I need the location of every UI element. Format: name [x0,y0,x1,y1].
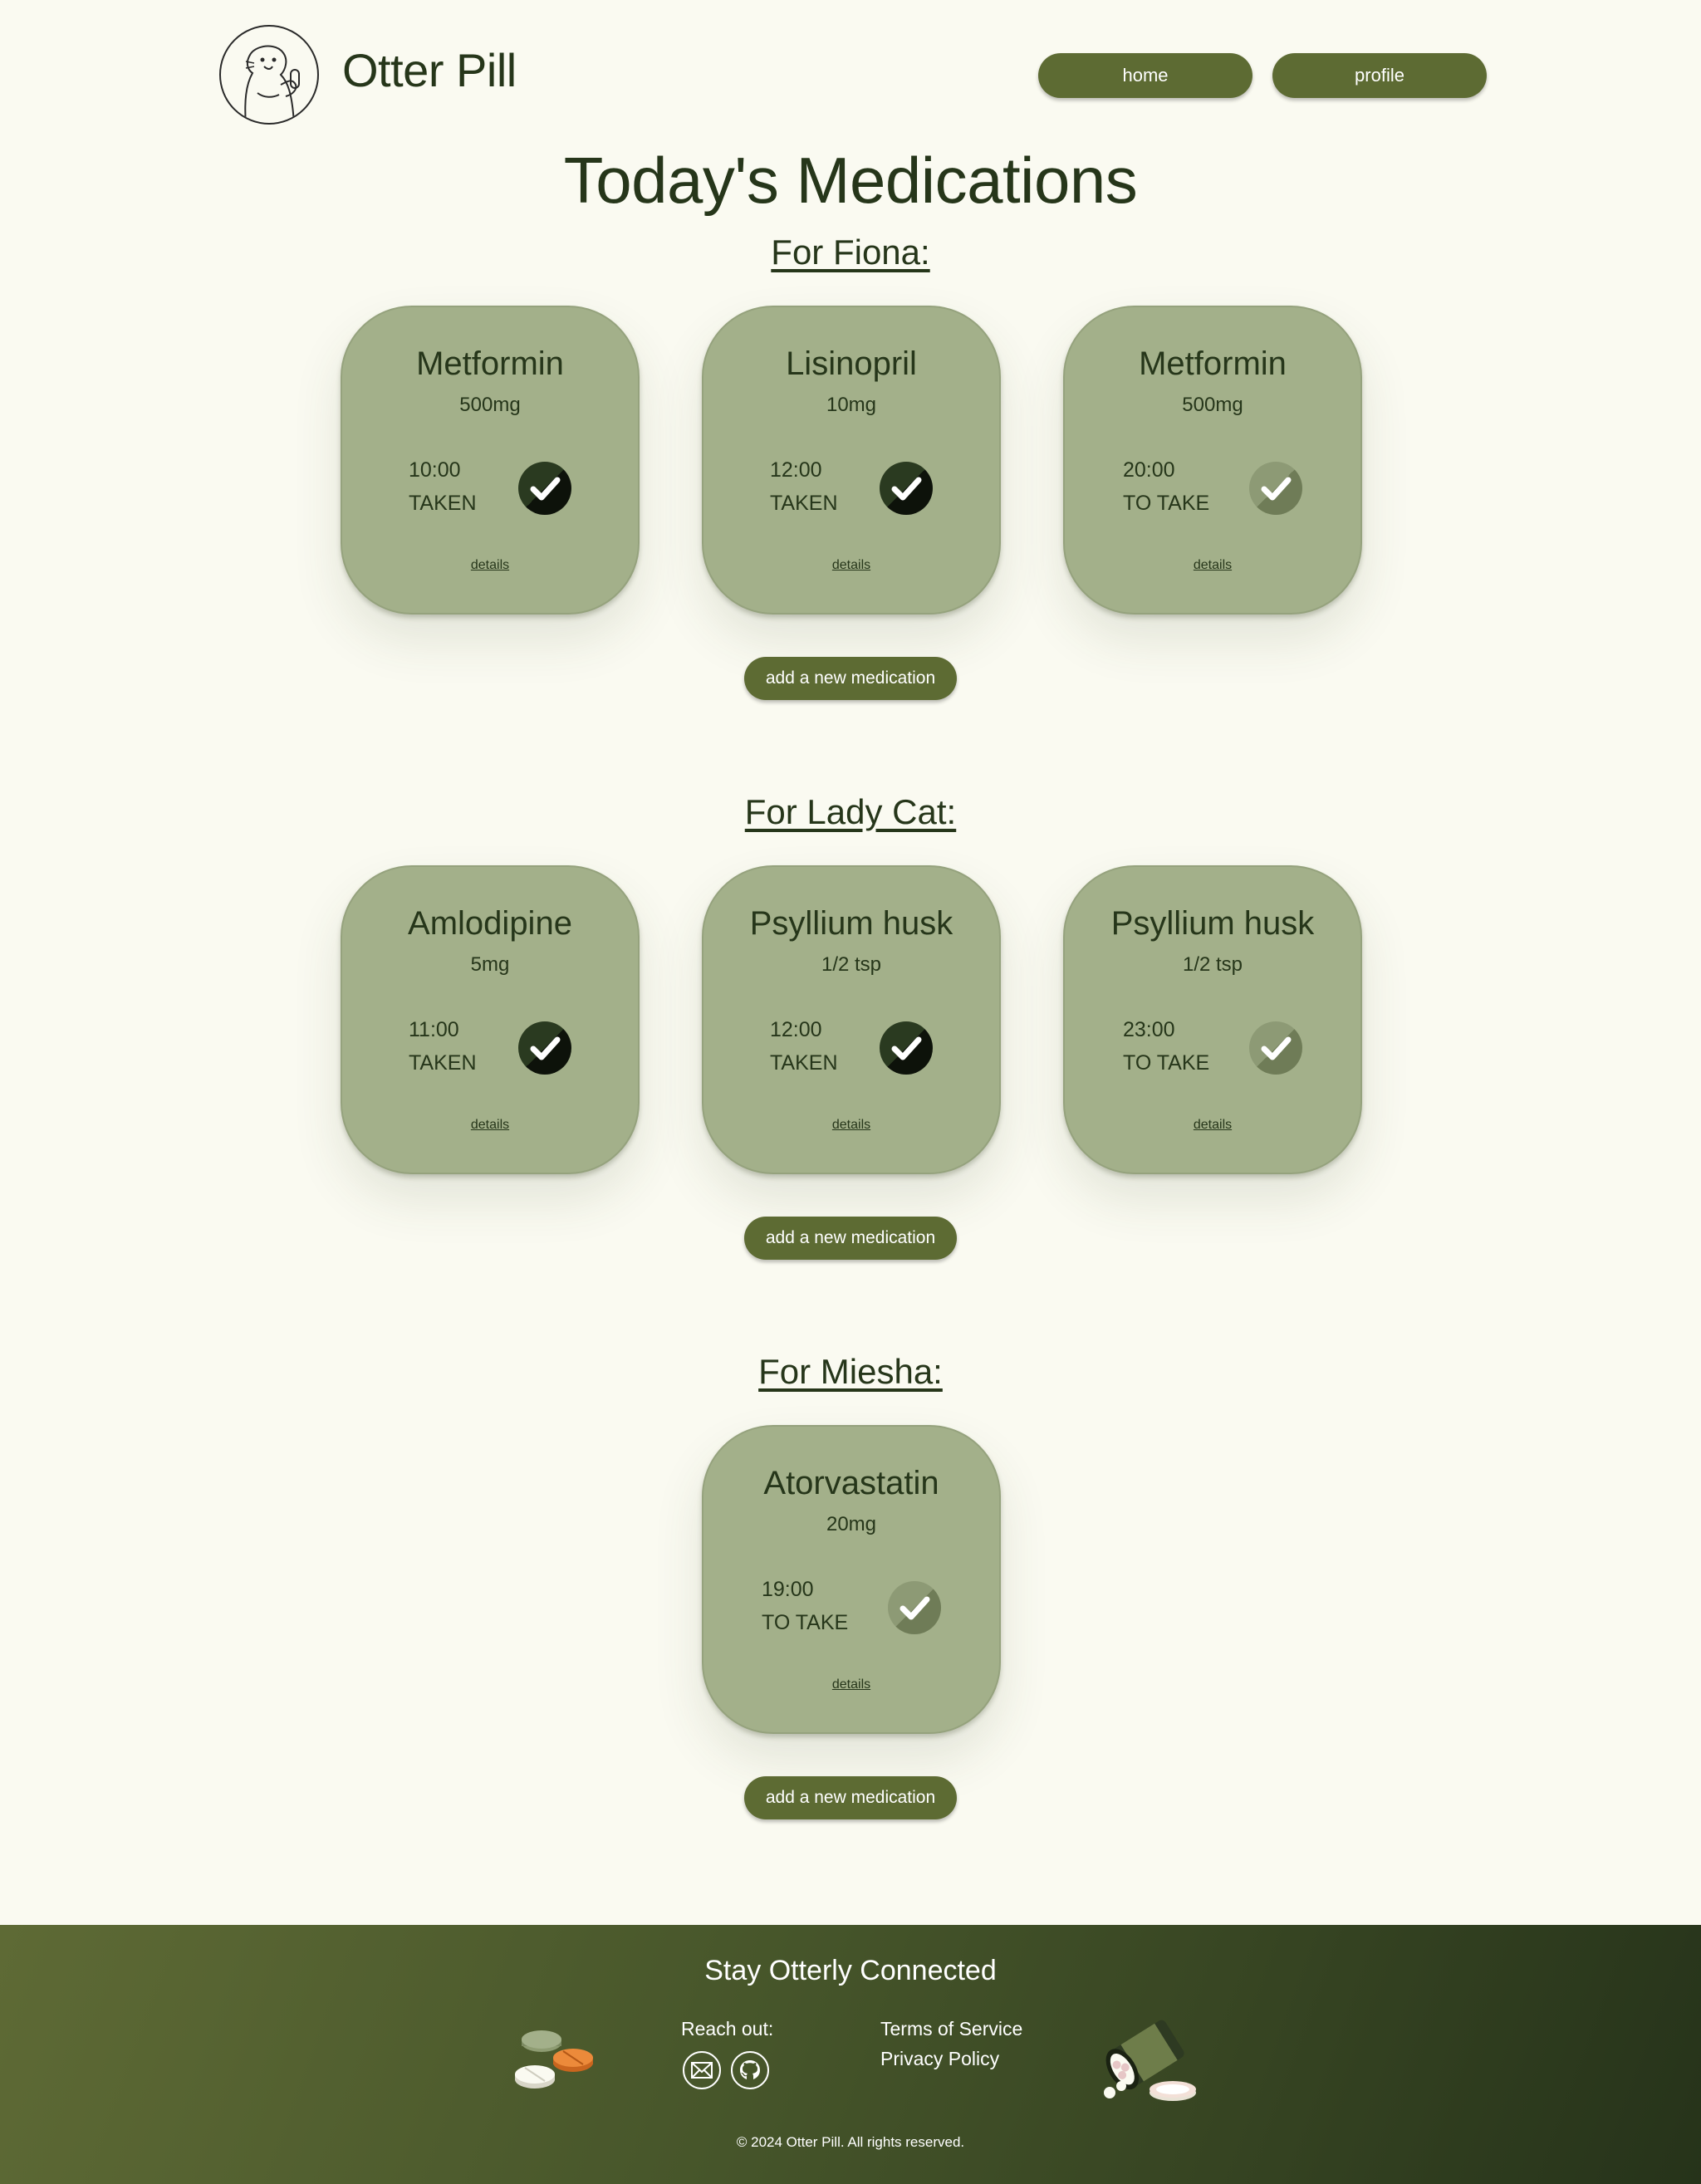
med-time: 19:00 [762,1578,814,1601]
med-card: Metformin 500mg 10:00 TAKEN details [341,306,640,615]
section-title-lady-cat: For Lady Cat: [744,792,957,831]
page-title: Today's Medications [563,144,1138,217]
add-medication-button[interactable]: add a new medication [744,1776,957,1819]
copyright: © 2024 Otter Pill. All rights reserved. [736,2134,965,2150]
section-title-fiona: For Fiona: [771,233,930,272]
details-link[interactable]: details [703,558,999,573]
taken-check-icon[interactable] [880,1021,933,1075]
nav-home-button[interactable]: home [1038,53,1252,98]
taken-check-icon[interactable] [518,462,571,515]
med-dose: 1/2 tsp [1182,953,1243,976]
otter-logo[interactable] [219,25,319,125]
med-card: Psyllium husk 1/2 tsp 12:00 TAKEN detail… [702,865,1001,1174]
med-name: Psyllium husk [749,905,953,942]
pill-bottle-illustration-icon [1104,2020,1196,2101]
to-take-check-icon[interactable] [1249,1021,1302,1075]
med-status: TO TAKE [1123,492,1210,515]
section-title-miesha: For Miesha: [758,1352,943,1391]
details-link[interactable]: details [342,558,638,573]
mail-icon[interactable] [683,2051,721,2089]
med-name: Lisinopril [786,345,917,382]
med-dose: 5mg [470,953,510,976]
med-card: Metformin 500mg 20:00 TO TAKE details [1063,306,1362,615]
add-medication-button[interactable]: add a new medication [744,657,957,700]
med-dose: 10mg [826,394,877,416]
details-link[interactable]: details [342,1118,638,1133]
add-medication-button[interactable]: add a new medication [744,1217,957,1260]
taken-check-icon[interactable] [518,1021,571,1075]
med-dose: 500mg [459,394,521,416]
med-time: 20:00 [1123,458,1175,482]
med-name: Metformin [416,345,564,382]
med-name: Amlodipine [408,905,572,942]
med-card: Psyllium husk 1/2 tsp 23:00 TO TAKE deta… [1063,865,1362,1174]
med-name: Atorvastatin [763,1465,939,1501]
med-status: TAKEN [770,492,838,515]
med-dose: 500mg [1182,394,1243,416]
med-time: 23:00 [1123,1018,1175,1041]
med-time: 12:00 [770,1018,822,1041]
med-time: 10:00 [409,458,461,482]
privacy-link[interactable]: Privacy Policy [880,2048,999,2070]
med-card: Lisinopril 10mg 12:00 TAKEN details [702,306,1001,615]
med-status: TAKEN [409,1051,477,1075]
details-link[interactable]: details [1065,1118,1360,1133]
taken-check-icon[interactable] [880,462,933,515]
med-dose: 1/2 tsp [821,953,882,976]
med-status: TO TAKE [1123,1051,1210,1075]
pills-illustration-icon [515,2030,593,2089]
med-name: Psyllium husk [1110,905,1315,942]
details-link[interactable]: details [703,1677,999,1692]
med-card: Amlodipine 5mg 11:00 TAKEN details [341,865,640,1174]
med-status: TAKEN [409,492,477,515]
med-dose: 20mg [826,1513,877,1535]
med-time: 11:00 [409,1018,459,1041]
med-name: Metformin [1139,345,1287,382]
reach-out-label: Reach out: [681,2018,774,2040]
med-card: Atorvastatin 20mg 19:00 TO TAKE details [702,1425,1001,1734]
brand-name: Otter Pill [342,44,517,96]
med-status: TO TAKE [762,1611,849,1634]
footer-title: Stay Otterly Connected [704,1955,997,1986]
otter-icon [244,45,300,123]
details-link[interactable]: details [703,1118,999,1133]
nav-profile-button[interactable]: profile [1272,53,1487,98]
terms-link[interactable]: Terms of Service [880,2018,1022,2040]
to-take-check-icon[interactable] [1249,462,1302,515]
med-status: TAKEN [770,1051,838,1075]
footer: Stay Otterly Connected Reach out: Terms … [0,1925,1701,2184]
details-link[interactable]: details [1065,558,1360,573]
to-take-check-icon[interactable] [888,1581,941,1634]
github-icon[interactable] [731,2051,769,2089]
med-time: 12:00 [770,458,822,482]
